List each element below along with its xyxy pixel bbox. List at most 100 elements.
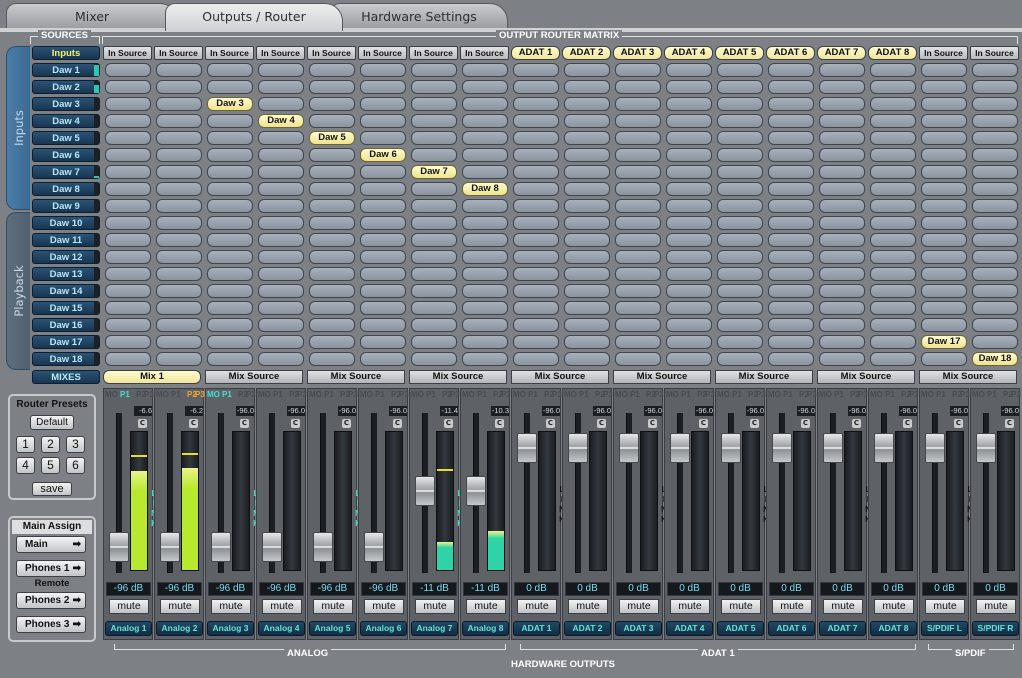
clear-button[interactable]: C: [1005, 419, 1014, 428]
source-inputs[interactable]: Inputs: [32, 46, 100, 60]
mix-select-p1[interactable]: P1: [783, 390, 793, 399]
route-cell[interactable]: [921, 114, 967, 128]
column-header-16[interactable]: ADAT 8: [868, 46, 917, 60]
fader-handle[interactable]: [364, 532, 384, 562]
mute-button[interactable]: mute: [721, 599, 761, 614]
route-cell[interactable]: [870, 233, 916, 247]
route-cell[interactable]: [768, 267, 814, 281]
route-cell[interactable]: [615, 301, 661, 315]
route-cell[interactable]: [513, 97, 559, 111]
route-cell[interactable]: [666, 284, 712, 298]
mix-select-p1[interactable]: P1: [834, 390, 844, 399]
route-cell[interactable]: [921, 233, 967, 247]
source-daw-3[interactable]: Daw 3: [32, 97, 100, 111]
column-header-9[interactable]: ADAT 1: [511, 46, 560, 60]
mix-select-mo[interactable]: MO: [156, 390, 169, 399]
route-cell[interactable]: [411, 114, 457, 128]
route-cell[interactable]: [666, 233, 712, 247]
route-cell[interactable]: [921, 131, 967, 145]
fader-handle[interactable]: [313, 532, 333, 562]
mute-button[interactable]: mute: [772, 599, 812, 614]
route-cell[interactable]: [972, 199, 1018, 213]
route-cell[interactable]: [768, 352, 814, 366]
route-cell[interactable]: [105, 233, 151, 247]
side-tab-playback[interactable]: Playback: [6, 212, 30, 370]
route-cell[interactable]: [921, 267, 967, 281]
route-cell[interactable]: [768, 97, 814, 111]
route-cell[interactable]: [768, 131, 814, 145]
route-cell[interactable]: [258, 352, 304, 366]
route-cell-active[interactable]: Daw 5: [309, 131, 355, 145]
route-cell[interactable]: [105, 335, 151, 349]
mix-select-mo[interactable]: MO: [309, 390, 322, 399]
route-cell[interactable]: [819, 250, 865, 264]
route-cell[interactable]: [921, 318, 967, 332]
route-cell[interactable]: [309, 97, 355, 111]
route-cell[interactable]: [513, 165, 559, 179]
route-cell[interactable]: [921, 301, 967, 315]
route-cell[interactable]: [513, 352, 559, 366]
route-cell[interactable]: [105, 250, 151, 264]
route-cell[interactable]: [309, 216, 355, 230]
route-cell[interactable]: [156, 114, 202, 128]
mix-select-p1[interactable]: P1: [528, 390, 538, 399]
route-cell[interactable]: [564, 233, 610, 247]
preset-2-button[interactable]: 2: [41, 436, 60, 453]
mix-select-mo[interactable]: MO: [615, 390, 628, 399]
source-daw-1[interactable]: Daw 1: [32, 63, 100, 77]
route-cell[interactable]: [666, 352, 712, 366]
route-cell[interactable]: [972, 301, 1018, 315]
route-cell[interactable]: [717, 97, 763, 111]
route-cell[interactable]: [207, 131, 253, 145]
clear-button[interactable]: C: [546, 419, 555, 428]
route-cell[interactable]: [411, 318, 457, 332]
route-cell-active[interactable]: Daw 3: [207, 97, 253, 111]
route-cell-active[interactable]: Daw 6: [360, 148, 406, 162]
clear-button[interactable]: C: [903, 419, 912, 428]
route-cell[interactable]: [513, 284, 559, 298]
mix-select-p3[interactable]: P3: [858, 390, 868, 399]
mix-select-p3[interactable]: P3: [756, 390, 766, 399]
route-cell[interactable]: [768, 114, 814, 128]
route-cell[interactable]: [513, 267, 559, 281]
route-cell[interactable]: [309, 352, 355, 366]
route-cell[interactable]: [717, 352, 763, 366]
route-cell[interactable]: [309, 318, 355, 332]
route-cell[interactable]: [666, 250, 712, 264]
route-cell[interactable]: [207, 267, 253, 281]
route-cell[interactable]: [462, 131, 508, 145]
route-cell[interactable]: [156, 318, 202, 332]
route-cell[interactable]: [258, 250, 304, 264]
mix-select-p3[interactable]: P3: [909, 390, 919, 399]
route-cell[interactable]: [462, 97, 508, 111]
mix-select-p1[interactable]: P1: [732, 390, 742, 399]
route-cell[interactable]: [870, 97, 916, 111]
route-cell[interactable]: [666, 114, 712, 128]
route-cell[interactable]: [513, 80, 559, 94]
column-header-1[interactable]: In Source: [103, 46, 152, 60]
route-cell[interactable]: [411, 335, 457, 349]
route-cell[interactable]: [156, 182, 202, 196]
mix-select-p1[interactable]: P1: [426, 390, 436, 399]
route-cell[interactable]: [666, 301, 712, 315]
route-cell[interactable]: [309, 114, 355, 128]
route-cell[interactable]: [258, 267, 304, 281]
clear-button[interactable]: C: [393, 419, 402, 428]
route-cell[interactable]: [819, 233, 865, 247]
route-cell[interactable]: [564, 250, 610, 264]
route-cell[interactable]: [819, 284, 865, 298]
mute-button[interactable]: mute: [466, 599, 506, 614]
route-cell[interactable]: [870, 250, 916, 264]
route-cell[interactable]: [258, 284, 304, 298]
route-cell[interactable]: [411, 131, 457, 145]
mix-1-button[interactable]: Mix 1: [103, 370, 201, 384]
source-daw-16[interactable]: Daw 16: [32, 318, 100, 332]
fader-handle[interactable]: [415, 476, 435, 506]
route-cell[interactable]: [156, 233, 202, 247]
clear-button[interactable]: C: [750, 419, 759, 428]
route-cell[interactable]: [768, 165, 814, 179]
route-cell[interactable]: [105, 182, 151, 196]
clear-button[interactable]: C: [444, 419, 453, 428]
mix-select-p3[interactable]: P3: [807, 390, 817, 399]
route-cell[interactable]: [207, 233, 253, 247]
